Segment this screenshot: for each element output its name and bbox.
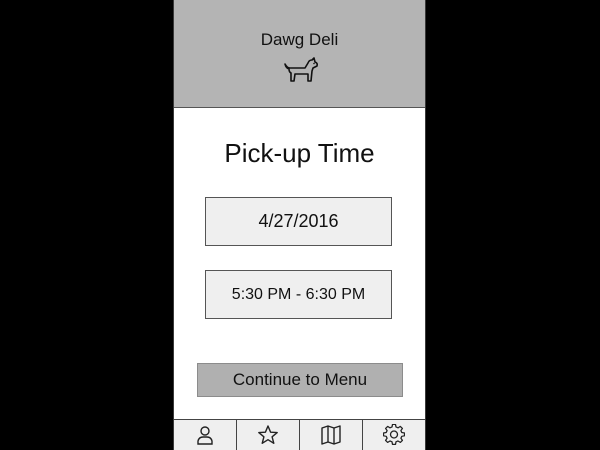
app-header: Dawg Deli bbox=[174, 0, 425, 108]
bottom-tab-bar bbox=[174, 419, 425, 450]
dog-icon bbox=[284, 57, 319, 82]
star-icon bbox=[258, 425, 278, 444]
phone-screen: Dawg Deli Pick-up Time 4/27/2016 5:30 PM… bbox=[173, 0, 426, 450]
map-icon bbox=[321, 425, 341, 445]
tab-favorites[interactable] bbox=[237, 420, 300, 450]
page-title: Pick-up Time bbox=[224, 138, 375, 168]
tab-settings[interactable] bbox=[363, 420, 425, 450]
settings-gear-icon bbox=[383, 424, 405, 445]
profile-icon bbox=[197, 426, 213, 445]
continue-to-menu-button[interactable]: Continue to Menu bbox=[197, 363, 403, 397]
tab-profile[interactable] bbox=[174, 420, 237, 450]
app-name: Dawg Deli bbox=[260, 30, 339, 49]
tab-map[interactable] bbox=[300, 420, 363, 450]
pickup-time-field[interactable]: 5:30 PM - 6:30 PM bbox=[205, 270, 392, 319]
pickup-date-field[interactable]: 4/27/2016 bbox=[205, 197, 392, 246]
